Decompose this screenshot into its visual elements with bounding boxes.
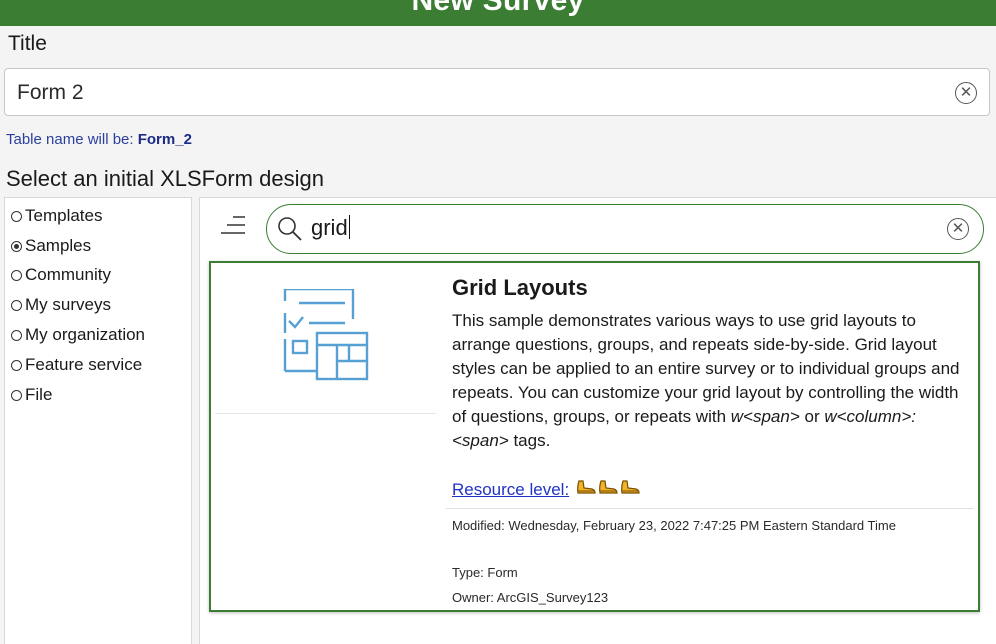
design-source-list: Templates Samples Community My surveys M… — [4, 197, 192, 644]
title-label: Title — [8, 32, 47, 55]
option-my-surveys-label: My surveys — [25, 295, 111, 314]
table-name-prefix: Table name will be: — [6, 131, 138, 148]
radio-feature-service[interactable] — [11, 360, 22, 371]
table-name-hint: Table name will be: Form_2 — [6, 131, 192, 148]
resource-level: Resource level: — [452, 479, 640, 500]
result-description: This sample demonstrates various ways to… — [452, 309, 972, 453]
option-file-label: File — [25, 385, 53, 404]
card-divider — [446, 508, 974, 509]
option-samples-label: Samples — [25, 236, 92, 255]
option-feature-service[interactable]: Feature service — [11, 355, 142, 375]
result-card-grid-layouts[interactable]: Grid Layouts This sample demonstrates va… — [209, 261, 980, 612]
filter-lines-icon[interactable] — [219, 213, 247, 241]
option-samples[interactable]: Samples — [11, 236, 91, 256]
result-modified: Modified: Wednesday, February 23, 2022 7… — [452, 518, 896, 533]
option-my-surveys[interactable]: My surveys — [11, 295, 111, 315]
result-thumbnail — [215, 267, 436, 414]
option-my-organization[interactable]: My organization — [11, 325, 145, 345]
shoe-icon — [598, 479, 618, 499]
radio-file[interactable] — [11, 390, 22, 401]
header-bar: New Survey — [0, 0, 996, 26]
table-name-value: Form_2 — [137, 131, 192, 148]
radio-templates[interactable] — [11, 211, 22, 222]
option-feature-service-label: Feature service — [25, 355, 143, 374]
resource-level-rating — [574, 480, 640, 499]
option-community[interactable]: Community — [11, 265, 111, 285]
description-text-2: or — [799, 407, 825, 426]
title-input[interactable]: Form 2 ✕ — [4, 68, 990, 116]
dialog-title: New Survey — [411, 0, 585, 17]
description-text-3: tags. — [508, 431, 551, 450]
grid-form-icon — [283, 289, 369, 381]
shoe-icon — [576, 479, 596, 499]
option-templates[interactable]: Templates — [11, 206, 102, 226]
clear-search-icon[interactable]: ✕ — [947, 218, 969, 240]
search-icon — [278, 217, 302, 241]
radio-samples[interactable] — [11, 241, 22, 252]
resource-level-link[interactable]: Resource level: — [452, 480, 569, 499]
text-caret — [348, 215, 351, 239]
result-owner: Owner: ArcGIS_Survey123 — [452, 590, 609, 605]
option-my-organization-label: My organization — [25, 325, 146, 344]
shoe-icon — [620, 479, 640, 499]
result-title: Grid Layouts — [452, 275, 588, 300]
radio-community[interactable] — [11, 270, 22, 281]
option-community-label: Community — [25, 265, 111, 284]
title-input-value: Form 2 — [17, 81, 84, 104]
option-templates-label: Templates — [25, 206, 103, 225]
option-file[interactable]: File — [11, 385, 52, 405]
clear-title-icon[interactable]: ✕ — [955, 82, 977, 104]
radio-my-surveys[interactable] — [11, 300, 22, 311]
radio-my-organization[interactable] — [11, 330, 22, 341]
result-type: Type: Form — [452, 565, 518, 580]
description-code-1: w<span> — [730, 407, 800, 426]
search-value-wrap: grid — [311, 215, 351, 241]
design-label: Select an initial XLSForm design — [6, 166, 324, 191]
search-input[interactable]: grid ✕ — [266, 204, 984, 254]
search-value: grid — [311, 215, 348, 240]
